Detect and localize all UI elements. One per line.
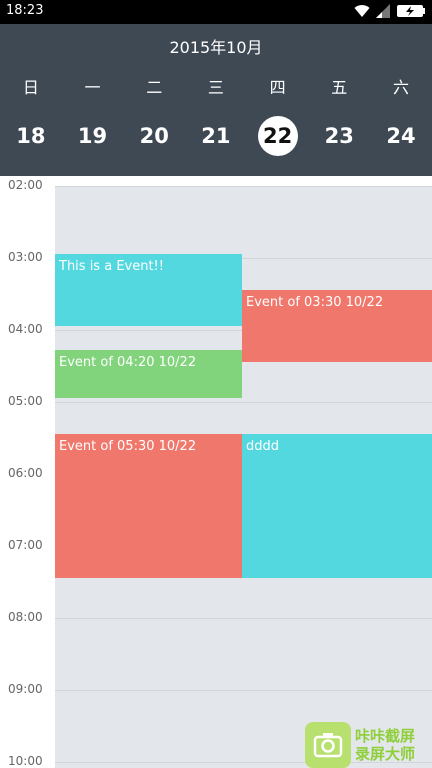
weekday-label: 六 (392, 78, 409, 97)
event-title: This is a Event!! (59, 259, 164, 274)
date-cell[interactable]: 21 (185, 116, 247, 156)
wifi-icon (354, 4, 370, 18)
event-title: dddd (246, 439, 280, 454)
calendar-header: 2015年10月 日 一 二 三 四 五 六 18 19 20 21 22 23 24 (0, 24, 432, 176)
hour-line (55, 186, 432, 187)
weekday-label: 二 (146, 78, 163, 97)
hour-line (55, 618, 432, 619)
date-cell[interactable]: 19 (62, 116, 124, 156)
weekday-row: 日一二三四五六 (0, 74, 432, 98)
weekday-label: 日 (22, 78, 39, 97)
date-number: 21 (201, 124, 231, 148)
time-label: 08:00 (8, 610, 43, 624)
camera-icon (305, 722, 351, 768)
event-block[interactable]: This is a Event!! (55, 254, 242, 326)
watermark-line2: 录屏大师 (355, 745, 416, 763)
month-title: 2015年10月 (169, 38, 263, 57)
day-timeline[interactable]: 02:00 03:00 04:00 05:00 06:00 07:00 08:00 09:00… (0, 176, 432, 768)
event-block[interactable]: Event of 03:30 10/22 (242, 290, 432, 362)
event-title: Event of 04:20 10/22 (59, 355, 197, 370)
event-title: Event of 03:30 10/22 (246, 295, 384, 310)
event-block[interactable]: dddd (242, 434, 432, 578)
event-title: Event of 05:30 10/22 (59, 439, 197, 454)
date-number: 18 (16, 124, 46, 148)
time-label: 09:00 (8, 682, 43, 696)
weekday-label: 一 (84, 78, 101, 97)
time-label: 06:00 (8, 466, 43, 480)
date-number: 22 (257, 116, 298, 156)
time-label: 04:00 (8, 322, 43, 336)
battery-icon (396, 4, 426, 18)
status-icons (354, 4, 426, 18)
event-block[interactable]: Event of 04:20 10/22 (55, 350, 242, 398)
time-label: 05:00 (8, 394, 43, 408)
signal-icon (376, 4, 390, 18)
hour-line (55, 690, 432, 691)
date-number: 19 (77, 124, 108, 148)
watermark-line1: 咔咔截屏 (355, 727, 416, 745)
event-block[interactable]: Event of 05:30 10/22 (55, 434, 242, 578)
time-label: 10:00 (8, 754, 43, 768)
status-bar: 18:23 (0, 0, 432, 24)
status-time: 18:23 (6, 3, 44, 18)
weekday-label: 三 (207, 78, 224, 97)
date-cell[interactable]: 18 (0, 116, 62, 156)
hour-line (55, 402, 432, 403)
date-selected[interactable]: 22 (247, 116, 309, 156)
weekday-label: 四 (269, 78, 286, 97)
weekday-label: 五 (331, 78, 348, 97)
watermark: 咔咔截屏 录屏大师 (305, 722, 432, 768)
time-label: 02:00 (8, 178, 43, 192)
time-label: 07:00 (8, 538, 43, 552)
date-cell[interactable]: 23 (308, 116, 370, 156)
date-number: 23 (324, 124, 354, 148)
date-row: 18 19 20 21 22 23 24 (0, 116, 432, 156)
date-cell[interactable]: 24 (370, 116, 432, 156)
date-cell[interactable]: 20 (123, 116, 185, 156)
time-label: 03:00 (8, 250, 43, 264)
date-number: 24 (386, 124, 416, 148)
date-number: 20 (139, 124, 169, 148)
